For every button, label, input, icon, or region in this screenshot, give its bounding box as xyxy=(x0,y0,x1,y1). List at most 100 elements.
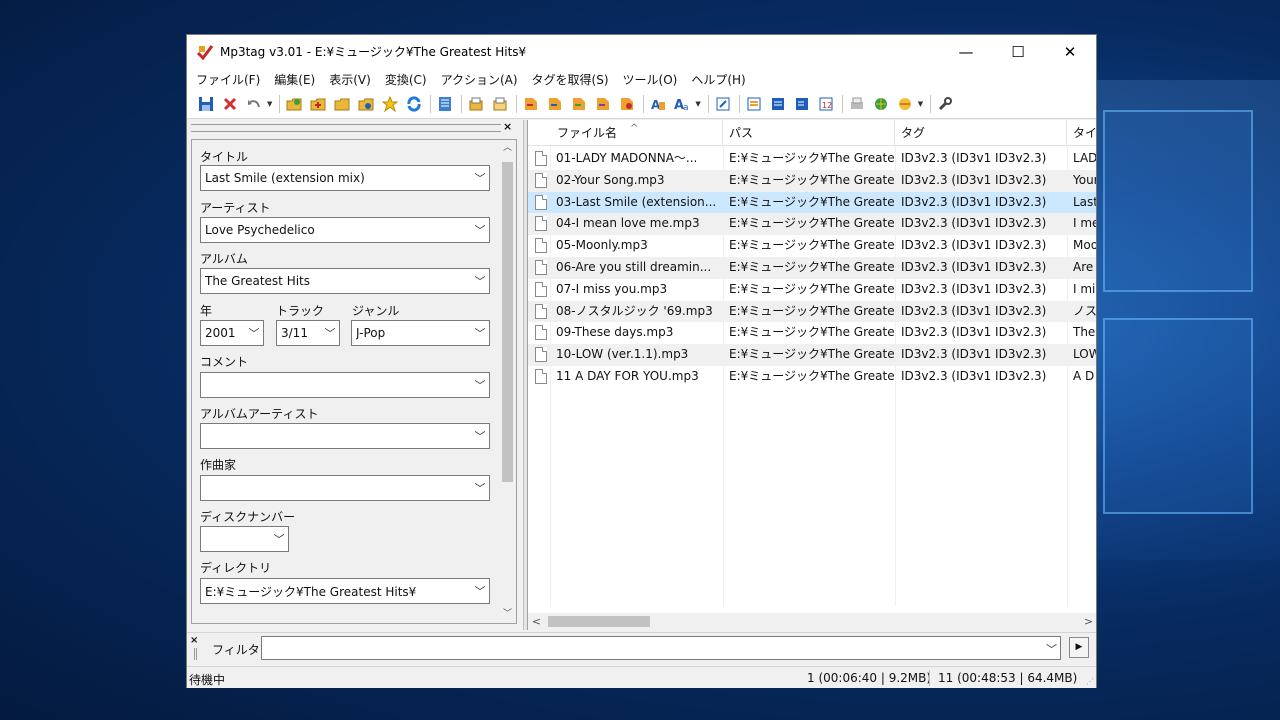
album-artist-field[interactable]: ﹀ xyxy=(200,423,490,449)
menu-convert[interactable]: 変換(C) xyxy=(378,71,434,88)
column-tag[interactable]: タグ xyxy=(895,120,1067,146)
chevron-down-icon[interactable]: ﹀ xyxy=(321,325,339,341)
menu-help[interactable]: ヘルプ(H) xyxy=(684,71,752,88)
menu-actions[interactable]: アクション(A) xyxy=(434,71,525,88)
import-icon[interactable] xyxy=(791,93,813,115)
table-row[interactable]: 09-These days.mp3 E:¥ミュージック¥The Greate...… xyxy=(528,322,1096,344)
text-file-to-tag-icon[interactable] xyxy=(592,93,614,115)
column-filename[interactable]: ^ ファイル名 xyxy=(528,120,723,146)
table-row[interactable]: 08-ノスタルジック '69.mp3 E:¥ミュージック¥The Greate..… xyxy=(528,300,1096,323)
table-row[interactable]: 04-I mean love me.mp3 E:¥ミュージック¥The Great… xyxy=(528,213,1096,236)
options-wrench-icon[interactable] xyxy=(934,93,956,115)
column-title[interactable]: タイ xyxy=(1067,120,1096,146)
table-row[interactable]: 10-LOW (ver.1.1).mp3 E:¥ミュージック¥The Greate… xyxy=(528,344,1096,366)
web-source-dropdown-icon[interactable]: ▼ xyxy=(918,100,923,108)
add-directory-icon[interactable] xyxy=(307,93,329,115)
maximize-button[interactable]: ☐ xyxy=(992,35,1044,68)
actions-dropdown-icon[interactable]: ▼ xyxy=(695,100,700,108)
menu-file[interactable]: ファイル(F) xyxy=(189,71,267,88)
panel-grip[interactable] xyxy=(191,124,501,132)
disc-number-field[interactable]: ﹀ xyxy=(200,526,289,552)
chevron-down-icon[interactable]: ﹀ xyxy=(471,428,489,444)
table-row[interactable]: 01-LADY MADONNA～... E:¥ミュージック¥The Greate.… xyxy=(528,148,1096,170)
undo-dropdown-icon[interactable]: ▼ xyxy=(267,100,272,108)
close-filter-icon[interactable]: × xyxy=(190,635,198,646)
artist-field[interactable]: Love Psychedelico ﹀ xyxy=(200,217,490,243)
save-icon[interactable] xyxy=(195,93,217,115)
cell-path: E:¥ミュージック¥The Greate... xyxy=(729,303,895,318)
artist-value: Love Psychedelico xyxy=(205,223,315,237)
table-row[interactable]: 03-Last Smile (extension... E:¥ミュージック¥The… xyxy=(528,191,1096,214)
menu-tag-sources[interactable]: タグを取得(S) xyxy=(525,71,616,88)
chevron-down-icon[interactable]: ﹀ xyxy=(1046,641,1057,657)
change-directory-icon[interactable] xyxy=(283,93,305,115)
scroll-right-icon[interactable]: > xyxy=(1080,613,1096,630)
file-list-hscrollbar[interactable]: < > xyxy=(528,613,1096,630)
close-window-button[interactable]: ✕ xyxy=(1044,35,1096,68)
chevron-down-icon[interactable]: ﹀ xyxy=(471,222,489,238)
edit-icon[interactable] xyxy=(712,93,734,115)
track-field[interactable]: 3/11 ﹀ xyxy=(276,320,340,346)
web-source-icon[interactable] xyxy=(870,93,892,115)
scroll-up-icon[interactable]: ︿ xyxy=(499,140,516,157)
filter-grip[interactable] xyxy=(194,648,197,660)
replace-icon[interactable]: A xyxy=(647,93,669,115)
filter-input[interactable]: ﹀ xyxy=(261,636,1061,660)
chevron-down-icon[interactable]: ﹀ xyxy=(471,583,489,599)
playlist-icon[interactable] xyxy=(743,93,765,115)
star-icon[interactable] xyxy=(379,93,401,115)
title-bar[interactable]: Mp3tag v3.01 - E:¥ミュージック¥The Greatest Hi… xyxy=(187,35,1096,68)
chevron-down-icon[interactable]: ﹀ xyxy=(471,273,489,289)
export-icon[interactable] xyxy=(767,93,789,115)
chevron-down-icon[interactable]: ﹀ xyxy=(245,325,263,341)
column-path[interactable]: パス xyxy=(723,120,895,146)
genre-field[interactable]: J-Pop ﹀ xyxy=(351,320,490,346)
chevron-down-icon[interactable]: ﹀ xyxy=(471,325,489,341)
comment-field[interactable]: ﹀ xyxy=(200,372,490,398)
table-row[interactable]: 07-I miss you.mp3 E:¥ミュージック¥The Greate...… xyxy=(528,279,1096,301)
apply-filter-button[interactable]: ▶ xyxy=(1069,637,1089,658)
directory-field[interactable]: E:¥ミュージック¥The Greatest Hits¥ ﹀ xyxy=(200,578,490,604)
undo-icon[interactable] xyxy=(243,93,265,115)
paste-tag-icon[interactable] xyxy=(489,93,511,115)
menu-view[interactable]: 表示(V) xyxy=(322,71,378,88)
favorite-folder-icon[interactable] xyxy=(355,93,377,115)
table-row[interactable]: 11 A DAY FOR YOU.mp3 E:¥ミュージック¥The Greate… xyxy=(528,366,1096,388)
scroll-down-icon[interactable]: ﹀ xyxy=(499,606,516,623)
minimize-button[interactable]: — xyxy=(940,35,992,68)
web-source-alt-icon[interactable] xyxy=(894,93,916,115)
auto-numbering-icon[interactable]: 12 xyxy=(815,93,837,115)
filename-to-filename-icon[interactable] xyxy=(568,93,590,115)
case-conversion-icon[interactable]: Aa xyxy=(671,93,693,115)
file-icon xyxy=(535,281,547,297)
cell-tag: ID3v2.3 (ID3v1 ID3v2.3) xyxy=(901,194,1047,209)
refresh-icon[interactable] xyxy=(403,93,425,115)
year-field[interactable]: 2001 ﹀ xyxy=(200,320,264,346)
copy-tag-icon[interactable] xyxy=(465,93,487,115)
tag-to-tag-icon[interactable] xyxy=(616,93,638,115)
tag-panel-scrollbar[interactable]: ︿ ﹀ xyxy=(499,140,516,623)
album-field[interactable]: The Greatest Hits ﹀ xyxy=(200,268,490,294)
scroll-left-icon[interactable]: < xyxy=(528,613,545,630)
table-row[interactable]: 05-Moonly.mp3 E:¥ミュージック¥The Greate... ID3v… xyxy=(528,235,1096,257)
hscroll-thumb[interactable] xyxy=(548,616,650,627)
table-row[interactable]: 06-Are you still dreamin... E:¥ミュージック¥The… xyxy=(528,256,1096,279)
chevron-down-icon[interactable]: ﹀ xyxy=(270,531,288,547)
extended-tags-icon[interactable] xyxy=(434,93,456,115)
tag-to-filename-icon[interactable] xyxy=(520,93,542,115)
chevron-down-icon[interactable]: ﹀ xyxy=(471,170,489,186)
chevron-down-icon[interactable]: ﹀ xyxy=(471,480,489,496)
menu-edit[interactable]: 編集(E) xyxy=(267,71,322,88)
close-panel-icon[interactable]: × xyxy=(503,120,512,133)
print-icon[interactable] xyxy=(846,93,868,115)
chevron-down-icon[interactable]: ﹀ xyxy=(471,377,489,393)
remove-tag-icon[interactable] xyxy=(219,93,241,115)
composer-field[interactable]: ﹀ xyxy=(200,475,490,501)
table-row[interactable]: 02-Your Song.mp3 E:¥ミュージック¥The Greate... I… xyxy=(528,169,1096,192)
menu-tools[interactable]: ツール(O) xyxy=(616,71,685,88)
open-folder-icon[interactable] xyxy=(331,93,353,115)
resize-grip-icon[interactable]: ⋰ xyxy=(1086,677,1094,686)
filename-to-tag-icon[interactable] xyxy=(544,93,566,115)
scroll-thumb[interactable] xyxy=(502,162,513,482)
title-field[interactable]: Last Smile (extension mix) ﹀ xyxy=(200,165,490,191)
